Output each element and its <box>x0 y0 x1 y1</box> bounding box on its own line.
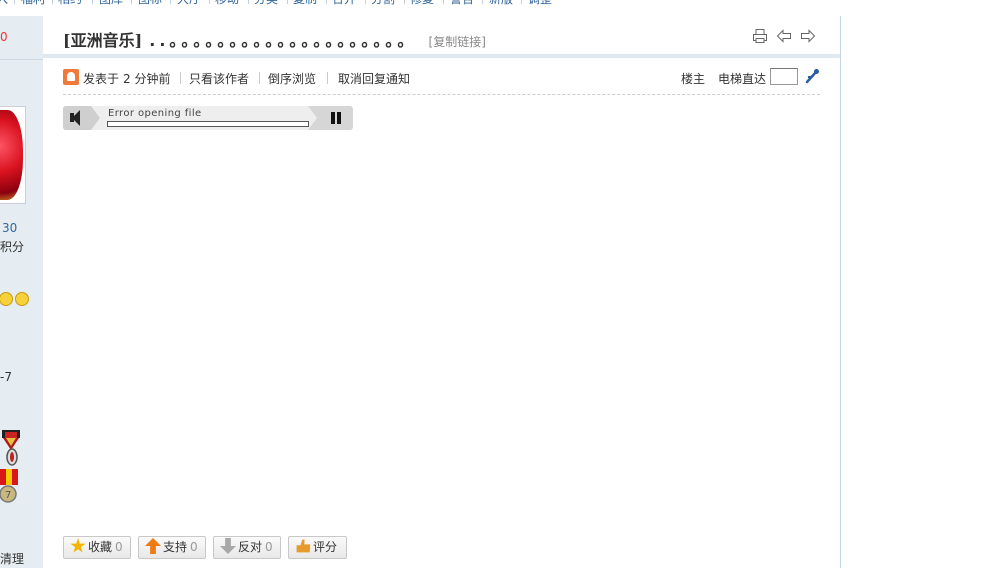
top-nav-item[interactable]: 大厅 <box>177 0 201 7</box>
top-nav-item[interactable]: 分类 <box>254 0 278 7</box>
avatar[interactable] <box>0 106 26 204</box>
player-status-text: Error opening file <box>108 108 202 119</box>
nav-divider <box>365 0 366 4</box>
copy-link[interactable]: [复制链接] <box>429 35 486 49</box>
top-nav-item[interactable]: 入 <box>0 0 8 7</box>
top-nav-item[interactable]: 图标 <box>138 0 162 7</box>
volume-button[interactable] <box>63 106 99 130</box>
player-progress-bar[interactable] <box>107 121 309 127</box>
support-count: 0 <box>190 540 198 554</box>
nav-divider <box>521 0 522 4</box>
audio-player: Error opening file <box>63 106 353 130</box>
post-title-suffix: ..。。。。。。。。。。。。。。。。。。。。 <box>149 31 418 50</box>
post-title-row: [亚洲音乐] ..。。。。。。。。。。。。。。。。。。。。 [复制链接] <box>63 27 486 53</box>
sidebar-date: -7 <box>0 370 12 384</box>
rate-button[interactable]: 评分 <box>288 536 347 559</box>
meta-dashed-divider <box>63 94 820 95</box>
top-nav-item[interactable]: 新版 <box>489 0 513 7</box>
meta-divider <box>259 72 260 84</box>
jump-label: 电梯直达 <box>718 72 767 86</box>
top-nav-item[interactable]: 合并 <box>332 0 356 7</box>
title-divider <box>43 54 840 58</box>
post-panel: [亚洲音乐] ..。。。。。。。。。。。。。。。。。。。。 [复制链接] 发表于… <box>43 16 841 568</box>
favorite-label: 收藏 <box>88 540 113 554</box>
top-nav-item[interactable]: 移动 <box>215 0 239 7</box>
pause-icon[interactable] <box>331 112 343 124</box>
posted-prefix: 发表于 <box>83 72 120 86</box>
nav-divider <box>14 0 15 4</box>
favorite-count: 0 <box>115 540 123 554</box>
sidebar-footer-text[interactable]: 清理 <box>0 550 24 567</box>
favorite-button[interactable]: 收藏 0 <box>63 536 131 559</box>
nav-divider <box>131 0 132 4</box>
smiley-icon <box>0 292 13 306</box>
nav-divider <box>404 0 405 4</box>
top-nav: 入 福利 相约 图库 图标 大厅 移动 分类 复制 合并 分割 修复 警告 新版… <box>0 0 993 16</box>
top-nav-item[interactable]: 相约 <box>58 0 82 7</box>
only-author-link[interactable]: 只看该作者 <box>189 70 249 87</box>
reverse-order-link[interactable]: 倒序浏览 <box>268 70 316 87</box>
nav-divider <box>248 0 249 4</box>
top-nav-item[interactable]: 图库 <box>99 0 123 7</box>
smiley-icon <box>15 292 29 306</box>
cancel-notify-link[interactable]: 取消回复通知 <box>338 70 410 87</box>
rate-hand-icon <box>296 539 311 553</box>
support-button[interactable]: 支持 0 <box>138 536 206 559</box>
medal-icon: 7 <box>0 469 18 503</box>
nav-divider <box>326 0 327 4</box>
down-arrow-icon <box>220 538 236 554</box>
floor-label: 楼主 <box>681 72 706 86</box>
post-tools <box>749 28 816 48</box>
rate-label: 评分 <box>313 540 338 554</box>
top-nav-item[interactable]: 福利 <box>21 0 45 7</box>
nav-divider <box>209 0 210 4</box>
top-nav-item[interactable]: 分割 <box>371 0 395 7</box>
support-label: 支持 <box>163 540 188 554</box>
top-nav-item[interactable]: 复制 <box>293 0 317 7</box>
heart-image <box>0 110 23 200</box>
medal-icon <box>2 430 20 466</box>
sidebar-red-value: 0 <box>0 30 8 44</box>
nav-divider <box>92 0 93 4</box>
nav-divider <box>443 0 444 4</box>
nav-divider <box>287 0 288 4</box>
sidebar-stat-label: 积分 <box>0 240 25 254</box>
user-sidebar: 0 30 积分 -7 7 清理 <box>0 16 44 568</box>
star-icon <box>70 538 86 553</box>
posted-time: 2 分钟前 <box>123 72 171 86</box>
meta-divider <box>327 72 328 84</box>
post-meta-bar: 发表于 2 分钟前 只看该作者 倒序浏览 取消回复通知 楼主 电梯直达 <box>63 68 820 90</box>
oppose-label: 反对 <box>238 540 263 554</box>
jump-go-icon[interactable] <box>804 68 820 88</box>
sidebar-stat-value[interactable]: 30 <box>2 221 17 235</box>
print-icon[interactable] <box>752 28 768 44</box>
top-nav-item[interactable]: 调整 <box>528 0 552 7</box>
post-title[interactable]: [亚洲音乐] <box>63 31 142 50</box>
author-icon <box>63 69 79 85</box>
thumb-up-arrow-icon <box>145 538 161 554</box>
meta-divider <box>180 72 181 84</box>
jump-floor-input[interactable] <box>770 68 798 85</box>
next-thread-icon[interactable] <box>800 28 816 44</box>
top-nav-item[interactable]: 修复 <box>410 0 434 7</box>
nav-divider <box>482 0 483 4</box>
top-nav-item[interactable]: 警告 <box>450 0 474 7</box>
previous-thread-icon[interactable] <box>776 28 792 44</box>
sidebar-divider <box>0 59 43 60</box>
nav-divider <box>170 0 171 4</box>
svg-text:7: 7 <box>5 490 11 501</box>
oppose-button[interactable]: 反对 0 <box>213 536 281 559</box>
nav-divider <box>52 0 53 4</box>
oppose-count: 0 <box>265 540 273 554</box>
